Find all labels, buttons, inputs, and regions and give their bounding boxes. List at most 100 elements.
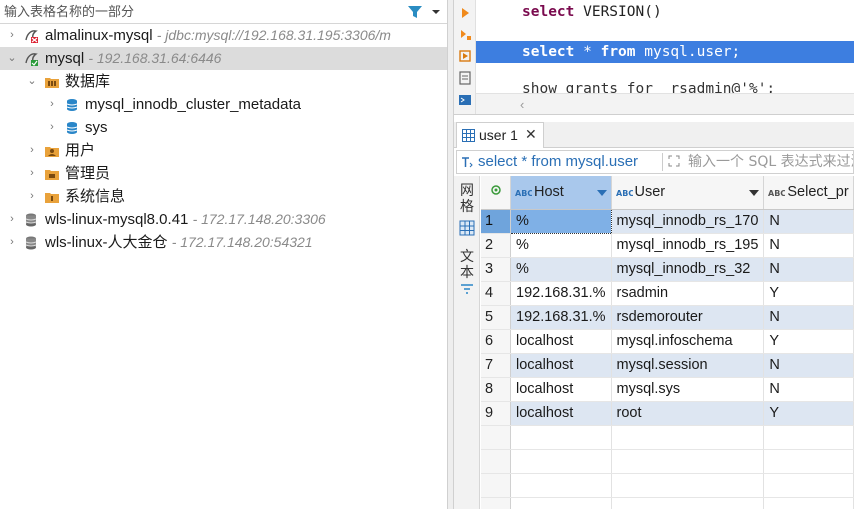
panels-toggle-icon[interactable] (459, 282, 475, 298)
tree-node-almalinux-mysql[interactable]: › almalinux-mysql - jdbc:mysql://192.168… (0, 24, 447, 47)
column-header-user[interactable]: ABC User (611, 176, 765, 210)
cell-user[interactable]: rsdemorouter (611, 305, 765, 330)
tree-node-users[interactable]: › 用户 (0, 139, 447, 162)
cell-host[interactable]: 192.168.31.% (510, 281, 612, 306)
database-icon (66, 122, 78, 134)
code-line-2-selected[interactable]: select * from mysql.user; (476, 41, 854, 63)
cell-select-priv[interactable]: Y (763, 401, 854, 426)
editor-horizontal-scrollbar[interactable]: ‹ (476, 93, 854, 114)
scroll-left-icon[interactable]: ‹ (520, 97, 524, 112)
grid-icon[interactable] (459, 220, 475, 236)
keyword: from (600, 44, 636, 60)
cell-select-priv[interactable]: N (763, 233, 854, 258)
tree-node-wls-mysql[interactable]: › wls-linux-mysql8.0.41 - 172.17.148.20:… (0, 208, 447, 231)
table-row[interactable]: 3 % mysql_innodb_rs_32 N (481, 257, 854, 282)
table-row[interactable]: 9 localhost root Y (481, 401, 854, 426)
execute-new-tab-icon[interactable] (458, 49, 472, 63)
table-row[interactable]: 7 localhost mysql.session N (481, 353, 854, 378)
result-filter-input[interactable] (688, 151, 853, 173)
row-number[interactable]: 4 (481, 281, 512, 306)
sort-arrow-icon[interactable] (596, 190, 607, 196)
chevron-right-icon[interactable]: › (6, 231, 18, 254)
sql-editor[interactable]: select VERSION() select * from mysql.use… (454, 0, 854, 115)
result-grid[interactable]: ABC Host ABC User ABC Select_pr 1 % mysql_i… (481, 176, 854, 509)
table-row[interactable]: 2 % mysql_innodb_rs_195 N (481, 233, 854, 258)
cell-host[interactable]: 192.168.31.% (510, 305, 612, 330)
code-area[interactable]: select VERSION() select * from mysql.use… (476, 0, 854, 97)
chevron-down-icon[interactable]: ⌄ (26, 70, 38, 93)
cell-host[interactable]: % (510, 208, 612, 234)
cell-host[interactable]: localhost (510, 401, 612, 426)
tree-node-mysql[interactable]: ⌄ mysql - 192.168.31.64:6446 (0, 47, 447, 70)
cell-host[interactable]: localhost (510, 353, 612, 378)
cell-user[interactable]: rsadmin (611, 281, 765, 306)
cell-select-priv[interactable]: Y (763, 281, 854, 306)
cell-select-priv[interactable]: N (763, 305, 854, 330)
execute-script-icon[interactable] (458, 27, 472, 41)
table-row[interactable]: 6 localhost mysql.infoschema Y (481, 329, 854, 354)
cell-user[interactable]: mysql_innodb_rs_195 (611, 233, 765, 258)
row-number[interactable]: 2 (481, 233, 512, 258)
chevron-right-icon[interactable]: › (6, 208, 18, 231)
row-number[interactable]: 7 (481, 353, 512, 378)
row-number-header[interactable] (481, 176, 512, 210)
cell-user[interactable]: mysql.session (611, 353, 765, 378)
filter-settings-button[interactable] (406, 3, 444, 21)
chevron-down-icon[interactable]: ⌄ (6, 47, 18, 70)
panel-splitter[interactable] (447, 0, 454, 509)
tree-node-cluster-metadata[interactable]: › mysql_innodb_cluster_metadata (0, 93, 447, 116)
column-header-select-priv[interactable]: ABC Select_pr (763, 176, 854, 210)
row-number[interactable]: 1 (481, 209, 512, 234)
chevron-right-icon[interactable]: › (46, 93, 58, 116)
grid-view-toggle[interactable]: 网格 (458, 182, 476, 214)
execute-statement-icon[interactable] (458, 6, 472, 20)
cell-select-priv[interactable]: Y (763, 329, 854, 354)
tab-user-1[interactable]: user 1 ✕ (456, 122, 544, 148)
row-number[interactable]: 3 (481, 257, 512, 282)
chevron-right-icon[interactable]: › (6, 24, 18, 47)
database-icon (66, 99, 78, 111)
table-row[interactable]: 5 192.168.31.% rsdemorouter N (481, 305, 854, 330)
cell-user[interactable]: root (611, 401, 765, 426)
close-icon[interactable]: ✕ (525, 126, 537, 143)
sort-arrow-icon[interactable] (749, 190, 760, 196)
cell-host[interactable]: % (510, 257, 612, 282)
code-line-1[interactable]: select VERSION() (476, 1, 854, 23)
cell-select-priv[interactable]: N (763, 257, 854, 282)
chevron-right-icon[interactable]: › (26, 162, 38, 185)
cell-user[interactable]: mysql.sys (611, 377, 765, 402)
cell-select-priv[interactable]: N (763, 209, 854, 234)
row-number[interactable]: 6 (481, 329, 512, 354)
tree-node-detail: - jdbc:mysql://192.168.31.195:3306/m (156, 27, 391, 43)
tree-node-wls-kingbase[interactable]: › wls-linux-人大金仓 - 172.17.148.20:54321 (0, 231, 447, 254)
text-view-toggle[interactable]: 文本 (458, 248, 476, 280)
console-icon[interactable] (458, 93, 472, 107)
cell-user[interactable]: mysql.infoschema (611, 329, 765, 354)
row-number[interactable]: 5 (481, 305, 512, 330)
tree-node-databases[interactable]: ⌄ 数据库 (0, 70, 447, 93)
tree-node-admin[interactable]: › 管理员 (0, 162, 447, 185)
navigator-filter-input[interactable] (4, 2, 400, 22)
cell-host[interactable]: localhost (510, 329, 612, 354)
explain-plan-icon[interactable] (458, 71, 472, 85)
table-row[interactable]: 4 192.168.31.% rsadmin Y (481, 281, 854, 306)
tree-node-system-info[interactable]: › 系统信息 (0, 185, 447, 208)
chevron-right-icon[interactable]: › (26, 185, 38, 208)
tree-node-sys[interactable]: › sys (0, 116, 447, 139)
cell-host[interactable]: % (510, 233, 612, 258)
table-row[interactable]: 8 localhost mysql.sys N (481, 377, 854, 402)
chevron-right-icon[interactable]: › (26, 139, 38, 162)
cell-user[interactable]: mysql_innodb_rs_170 (611, 209, 765, 234)
row-number[interactable]: 9 (481, 401, 512, 426)
source-query-link[interactable]: select * from mysql.user (478, 153, 638, 170)
cell-select-priv[interactable]: N (763, 353, 854, 378)
chevron-right-icon[interactable]: › (46, 116, 58, 139)
expand-icon[interactable] (667, 154, 681, 168)
column-header-host[interactable]: ABC Host (510, 176, 612, 210)
empty-cell (763, 449, 854, 474)
cell-host[interactable]: localhost (510, 377, 612, 402)
table-row[interactable]: 1 % mysql_innodb_rs_170 N (481, 208, 854, 234)
cell-user[interactable]: mysql_innodb_rs_32 (611, 257, 765, 282)
row-number[interactable]: 8 (481, 377, 512, 402)
cell-select-priv[interactable]: N (763, 377, 854, 402)
